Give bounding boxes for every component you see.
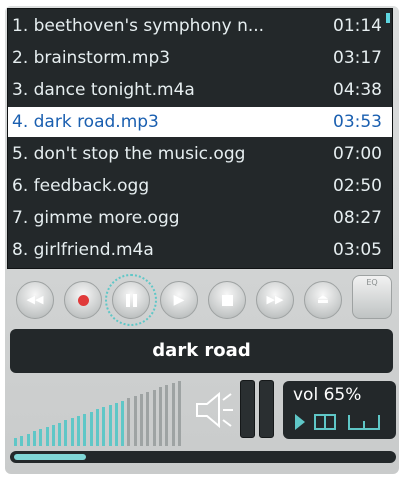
play-icon: ▶ xyxy=(173,292,185,308)
equalizer-button[interactable]: EQ xyxy=(352,275,392,319)
track-name: 8. girlfriend.m4a xyxy=(12,240,154,260)
record-button[interactable] xyxy=(64,281,102,319)
playlist-row[interactable]: 8. girlfriend.m4a 03:05 xyxy=(12,235,388,265)
volume-bar xyxy=(64,420,68,446)
track-name: 1. beethoven's symphony n... xyxy=(12,16,265,36)
volume-bar xyxy=(114,402,118,446)
volume-bar xyxy=(127,398,131,446)
fast-forward-icon: ▶▶ xyxy=(266,293,284,306)
playlist[interactable]: 1. beethoven's symphony n... 01:14 2. br… xyxy=(7,8,393,269)
volume-bar xyxy=(20,435,24,446)
level-meter-right xyxy=(259,380,274,438)
volume-bar xyxy=(121,400,125,446)
playlist-row[interactable]: 6. feedback.ogg 02:50 xyxy=(12,171,388,201)
playlist-row[interactable]: 3. dance tonight.m4a 04:38 xyxy=(12,75,388,105)
volume-text: vol 65% xyxy=(293,385,362,405)
playlist-row[interactable]: 5. don't stop the music.ogg 07:00 xyxy=(12,139,388,169)
volume-bar xyxy=(89,411,93,446)
track-name: 6. feedback.ogg xyxy=(12,176,150,196)
pause-button[interactable] xyxy=(105,274,157,326)
track-name: 7. gimme more.ogg xyxy=(12,208,180,228)
track-duration: 01:14 xyxy=(333,16,382,36)
track-name: 3. dance tonight.m4a xyxy=(12,80,195,100)
now-playing-title: dark road xyxy=(10,329,393,373)
volume-bar xyxy=(51,424,55,446)
volume-bar xyxy=(158,387,162,446)
play-button[interactable]: ▶ xyxy=(160,281,198,319)
eq-label: EQ xyxy=(366,278,378,287)
track-duration: 03:53 xyxy=(333,112,382,132)
track-duration: 04:38 xyxy=(333,80,382,100)
level-meter-left xyxy=(240,380,255,438)
eject-button[interactable]: ⏏ xyxy=(304,281,342,319)
playlist-row[interactable]: 2. brainstorm.mp3 03:17 xyxy=(12,43,388,73)
pause-icon xyxy=(125,293,137,307)
volume-bar xyxy=(45,427,49,446)
volume-bar xyxy=(108,405,112,446)
rewind-icon: ◀◀ xyxy=(26,293,44,306)
volume-bars[interactable] xyxy=(14,378,189,446)
stop-icon xyxy=(221,294,233,306)
volume-bar xyxy=(26,433,30,446)
volume-bar xyxy=(70,418,74,446)
volume-bar xyxy=(146,391,150,446)
playlist-row[interactable]: 1. beethoven's symphony n... 01:14 xyxy=(12,11,388,41)
track-name: 2. brainstorm.mp3 xyxy=(12,48,171,68)
volume-bar xyxy=(83,413,87,446)
volume-display: vol 65% xyxy=(283,381,396,439)
volume-bar xyxy=(32,431,36,446)
volume-bar xyxy=(39,429,43,446)
stop-button[interactable] xyxy=(208,281,246,319)
track-name: 5. don't stop the music.ogg xyxy=(12,144,246,164)
record-icon xyxy=(77,294,89,306)
volume-bar xyxy=(102,407,106,446)
track-duration: 03:17 xyxy=(333,48,382,68)
track-duration: 02:50 xyxy=(333,176,382,196)
play-mode-icon xyxy=(295,414,305,430)
volume-bar xyxy=(95,409,99,446)
eject-icon: ⏏ xyxy=(316,292,330,307)
track-name: 4. dark road.mp3 xyxy=(12,112,159,132)
volume-bar xyxy=(165,385,169,446)
player-frame: 1. beethoven's symphony n... 01:14 2. br… xyxy=(0,0,403,481)
track-duration: 07:00 xyxy=(333,144,382,164)
fast-forward-button[interactable]: ▶▶ xyxy=(256,281,294,319)
volume-bar xyxy=(152,389,156,446)
rewind-button[interactable]: ◀◀ xyxy=(16,281,54,319)
volume-bar xyxy=(171,383,175,446)
playlist-row-selected[interactable]: 4. dark road.mp3 03:53 xyxy=(8,107,392,137)
transport-controls: ◀◀ ▶ ▶▶ ⏏ EQ xyxy=(10,274,396,327)
volume-bar xyxy=(77,416,80,446)
playback-mode-icons[interactable] xyxy=(293,411,389,433)
progress-fill xyxy=(14,454,86,460)
track-duration: 08:27 xyxy=(333,208,382,228)
speaker-icon xyxy=(196,391,233,429)
playlist-row[interactable]: 7. gimme more.ogg 08:27 xyxy=(12,203,388,233)
progress-bar[interactable] xyxy=(10,451,396,463)
track-duration: 03:05 xyxy=(333,240,382,260)
volume-bar xyxy=(177,380,181,446)
volume-bar xyxy=(140,394,143,446)
volume-bar xyxy=(58,422,62,446)
volume-bar xyxy=(14,438,17,446)
volume-bar xyxy=(133,396,137,446)
repeat-mode-icon xyxy=(314,414,326,430)
